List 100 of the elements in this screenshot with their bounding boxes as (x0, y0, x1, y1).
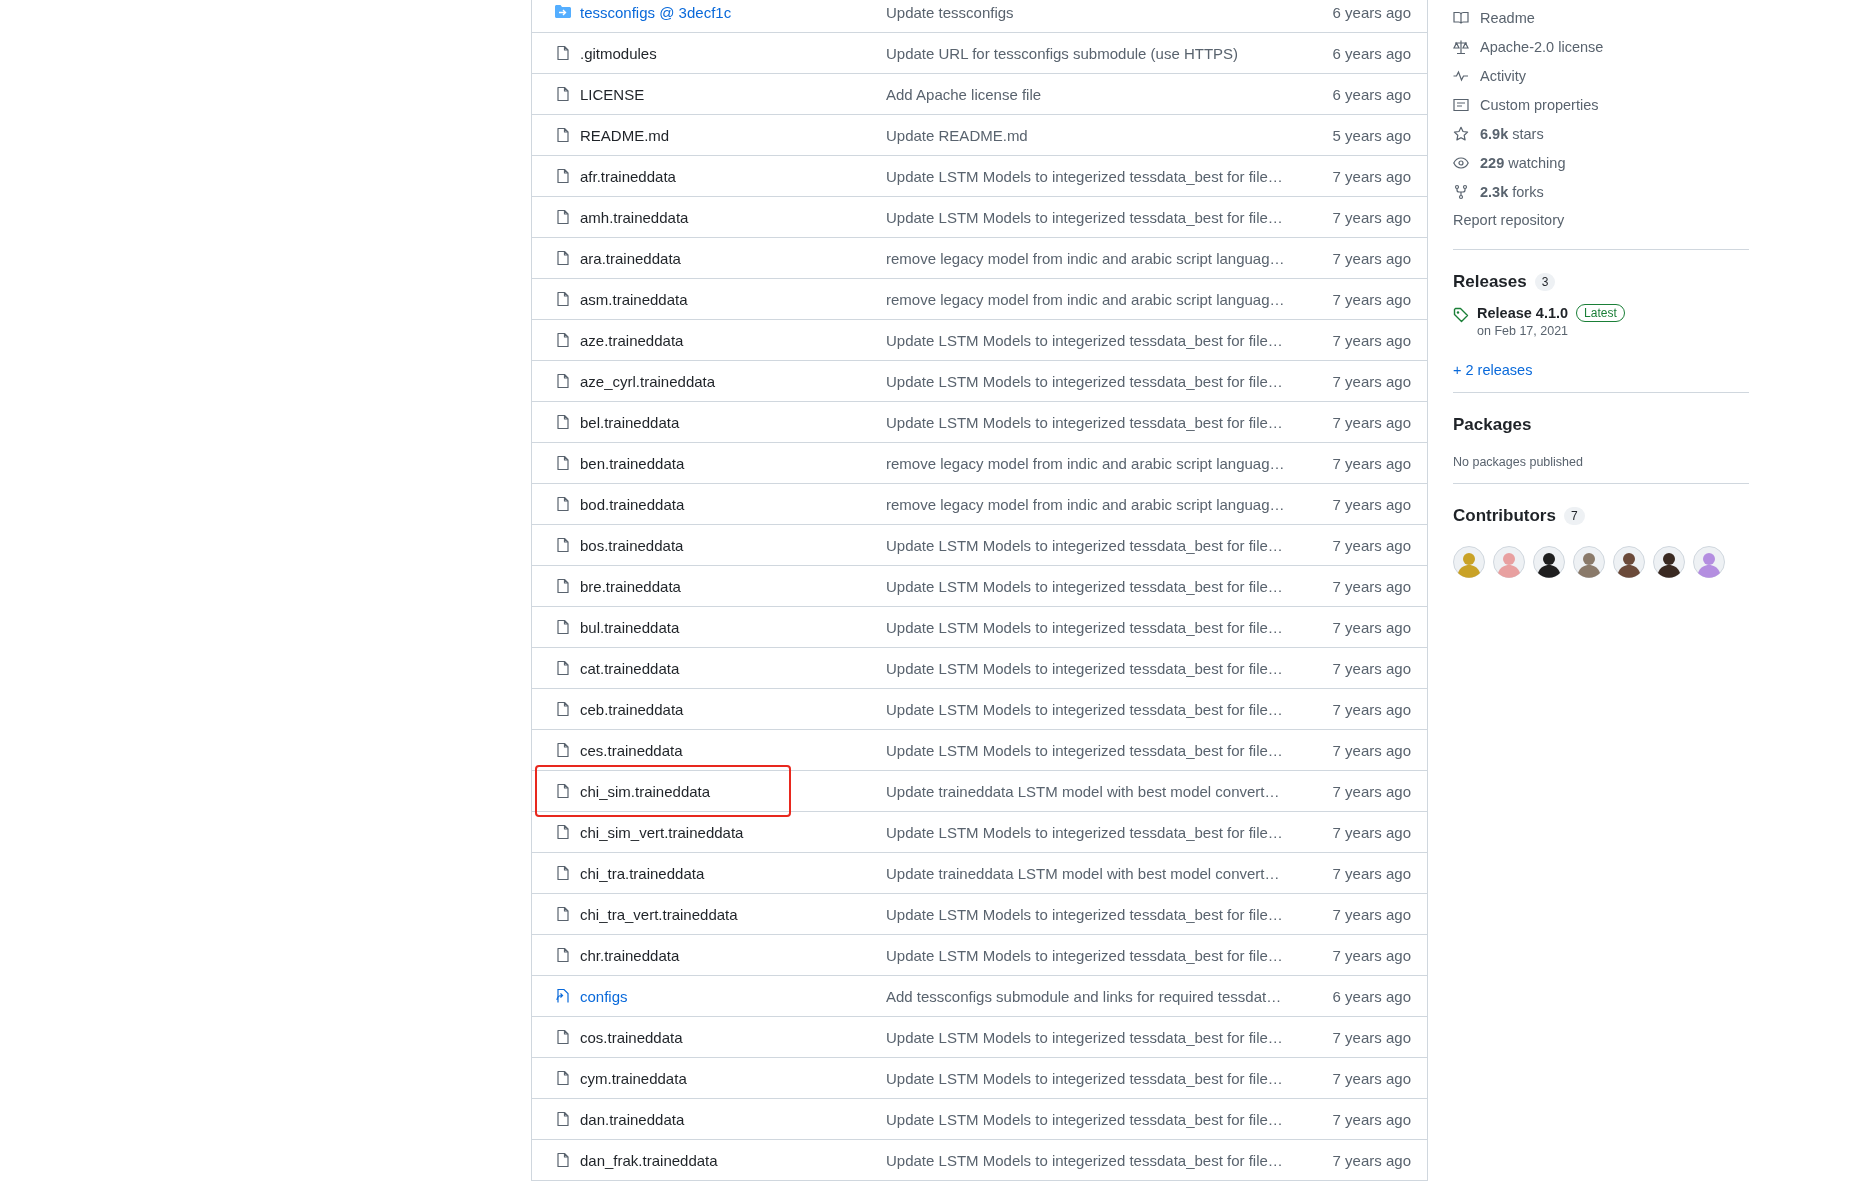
commit-message-link[interactable]: remove legacy model from indic and arabic script languag… (886, 290, 1333, 308)
commit-message-link[interactable]: Update LSTM Models to integerized tessdata_best for file… (886, 823, 1333, 841)
file-name-link[interactable]: bel.traineddata (580, 413, 680, 431)
commit-time: 7 years ago (1332, 249, 1411, 267)
repo-stat-link[interactable]: 2.3k forks (1480, 183, 1544, 200)
fork-icon (1453, 183, 1469, 200)
file-icon (555, 742, 571, 758)
commit-message-link[interactable]: Update README.md (886, 126, 1333, 144)
folder-arrow-icon (555, 4, 571, 20)
file-name-link[interactable]: LICENSE (580, 85, 645, 103)
file-name-link[interactable]: ceb.traineddata (580, 700, 684, 718)
file-name-link[interactable]: chi_tra_vert.traineddata (580, 905, 738, 923)
commit-message-link[interactable]: Update LSTM Models to integerized tessdata_best for file… (886, 659, 1333, 677)
commit-message-link[interactable]: Add tessconfigs submodule and links for required tessdat… (886, 987, 1333, 1005)
tag-icon (1453, 307, 1469, 323)
commit-message-link[interactable]: Update LSTM Models to integerized tessdata_best for file… (886, 1069, 1333, 1087)
file-name-link[interactable]: cym.traineddata (580, 1069, 687, 1087)
file-name-link[interactable]: amh.traineddata (580, 208, 689, 226)
file-icon (555, 209, 571, 225)
more-releases-link[interactable]: + 2 releases (1453, 362, 1749, 378)
commit-message-link[interactable]: Update LSTM Models to integerized tessdata_best for file… (886, 946, 1333, 964)
file-name-link[interactable]: aze_cyrl.traineddata (580, 372, 716, 390)
file-icon (555, 168, 571, 184)
commit-time: 7 years ago (1332, 946, 1411, 964)
commit-message-link[interactable]: Update LSTM Models to integerized tessdata_best for file… (886, 167, 1333, 185)
file-name-link[interactable]: dan_frak.traineddata (580, 1151, 718, 1169)
file-name-link[interactable]: .gitmodules (580, 44, 657, 62)
commit-message-link[interactable]: remove legacy model from indic and arabic script languag… (886, 495, 1333, 513)
repo-stat-link[interactable]: 6.9k stars (1480, 125, 1544, 142)
commit-message-link[interactable]: Update LSTM Models to integerized tessdata_best for file… (886, 331, 1333, 349)
commit-time: 6 years ago (1332, 85, 1411, 103)
commit-message-link[interactable]: Update LSTM Models to integerized tessdata_best for file… (886, 372, 1333, 390)
file-icon (555, 537, 571, 553)
release-link[interactable]: Release 4.1.0 (1477, 305, 1569, 321)
report-link[interactable]: Report repository (1453, 206, 1749, 235)
commit-time: 6 years ago (1332, 987, 1411, 1005)
file-link-icon (555, 988, 571, 1004)
file-name-link[interactable]: ben.traineddata (580, 454, 685, 472)
file-name-link[interactable]: bre.traineddata (580, 577, 681, 595)
repo-stat-link[interactable]: Custom properties (1480, 96, 1599, 113)
commit-message-link[interactable]: Update LSTM Models to integerized tessdata_best for file… (886, 1151, 1333, 1169)
repo-stat-link[interactable]: Apache-2.0 license (1480, 38, 1604, 55)
file-name-link[interactable]: asm.traineddata (580, 290, 688, 308)
file-name-link[interactable]: bos.traineddata (580, 536, 684, 554)
commit-message-link[interactable]: Update LSTM Models to integerized tessdata_best for file… (886, 413, 1333, 431)
commit-message-link[interactable]: Add Apache license file (886, 85, 1333, 103)
scale-icon (1453, 38, 1469, 55)
file-name-link[interactable]: chr.traineddata (580, 946, 680, 964)
file-icon (555, 1029, 571, 1045)
commit-message-link[interactable]: Update URL for tessconfigs submodule (use HTTPS) (886, 44, 1333, 62)
file-name-link[interactable]: tessconfigs @ 3decf1c (580, 3, 732, 21)
avatar-icon[interactable] (1533, 546, 1565, 578)
file-name-link[interactable]: cat.traineddata (580, 659, 680, 677)
commit-message-link[interactable]: remove legacy model from indic and arabic script languag… (886, 249, 1333, 267)
repo-stat-link[interactable]: Readme (1480, 9, 1535, 26)
file-name-link[interactable]: README.md (580, 126, 670, 144)
commit-message-link[interactable]: remove legacy model from indic and arabic script languag… (886, 454, 1333, 472)
commit-message-link[interactable]: Update LSTM Models to integerized tessdata_best for file… (886, 577, 1333, 595)
file-name-link[interactable]: dan.traineddata (580, 1110, 685, 1128)
file-icon (555, 701, 571, 717)
note-icon (1453, 96, 1469, 113)
file-icon (555, 332, 571, 348)
commit-message-link[interactable]: Update LSTM Models to integerized tessdata_best for file… (886, 536, 1333, 554)
commit-message-link[interactable]: Update LSTM Models to integerized tessdata_best for file… (886, 1028, 1333, 1046)
commit-time: 7 years ago (1332, 167, 1411, 185)
file-icon (555, 578, 571, 594)
commit-message-link[interactable]: Update LSTM Models to integerized tessdata_best for file… (886, 208, 1333, 226)
file-icon (555, 1152, 571, 1168)
commit-message-link[interactable]: Update LSTM Models to integerized tessdata_best for file… (886, 1110, 1333, 1128)
file-name-link[interactable]: aze.traineddata (580, 331, 684, 349)
commit-message-link[interactable]: Update tessconfigs (886, 3, 1333, 21)
eye-icon (1453, 154, 1469, 171)
file-icon (555, 86, 571, 102)
file-icon (555, 783, 571, 799)
file-name-link[interactable]: ces.traineddata (580, 741, 683, 759)
file-name-link[interactable]: bul.traineddata (580, 618, 680, 636)
avatar-icon[interactable] (1653, 546, 1685, 578)
file-name-link[interactable]: cos.traineddata (580, 1028, 683, 1046)
commit-message-link[interactable]: Update LSTM Models to integerized tessdata_best for file… (886, 618, 1333, 636)
file-name-link[interactable]: chi_tra.traineddata (580, 864, 705, 882)
file-name-link[interactable]: configs (580, 987, 628, 1005)
file-name-link[interactable]: chi_sim_vert.traineddata (580, 823, 744, 841)
commit-message-link[interactable]: Update traineddata LSTM model with best model convert… (886, 864, 1333, 882)
repo-stat-link[interactable]: Activity (1480, 67, 1526, 84)
repo-stat-link[interactable]: 229 watching (1480, 154, 1566, 171)
commit-message-link[interactable]: Update LSTM Models to integerized tessdata_best for file… (886, 700, 1333, 718)
file-name-link[interactable]: afr.traineddata (580, 167, 676, 185)
file-icon (555, 127, 571, 143)
commit-message-link[interactable]: Update LSTM Models to integerized tessdata_best for file… (886, 741, 1333, 759)
commit-time: 7 years ago (1332, 536, 1411, 554)
commit-time: 7 years ago (1332, 577, 1411, 595)
commit-message-link[interactable]: Update traineddata LSTM model with best model convert… (886, 782, 1333, 800)
commit-message-link[interactable]: Update LSTM Models to integerized tessdata_best for file… (886, 905, 1333, 923)
commit-time: 7 years ago (1332, 495, 1411, 513)
avatar-icon[interactable] (1613, 546, 1645, 578)
commit-time: 6 years ago (1332, 3, 1411, 21)
file-name-link[interactable]: chi_sim.traineddata (580, 782, 711, 800)
file-name-link[interactable]: ara.traineddata (580, 249, 681, 267)
section-heading: Contributors (1453, 506, 1556, 526)
file-name-link[interactable]: bod.traineddata (580, 495, 685, 513)
